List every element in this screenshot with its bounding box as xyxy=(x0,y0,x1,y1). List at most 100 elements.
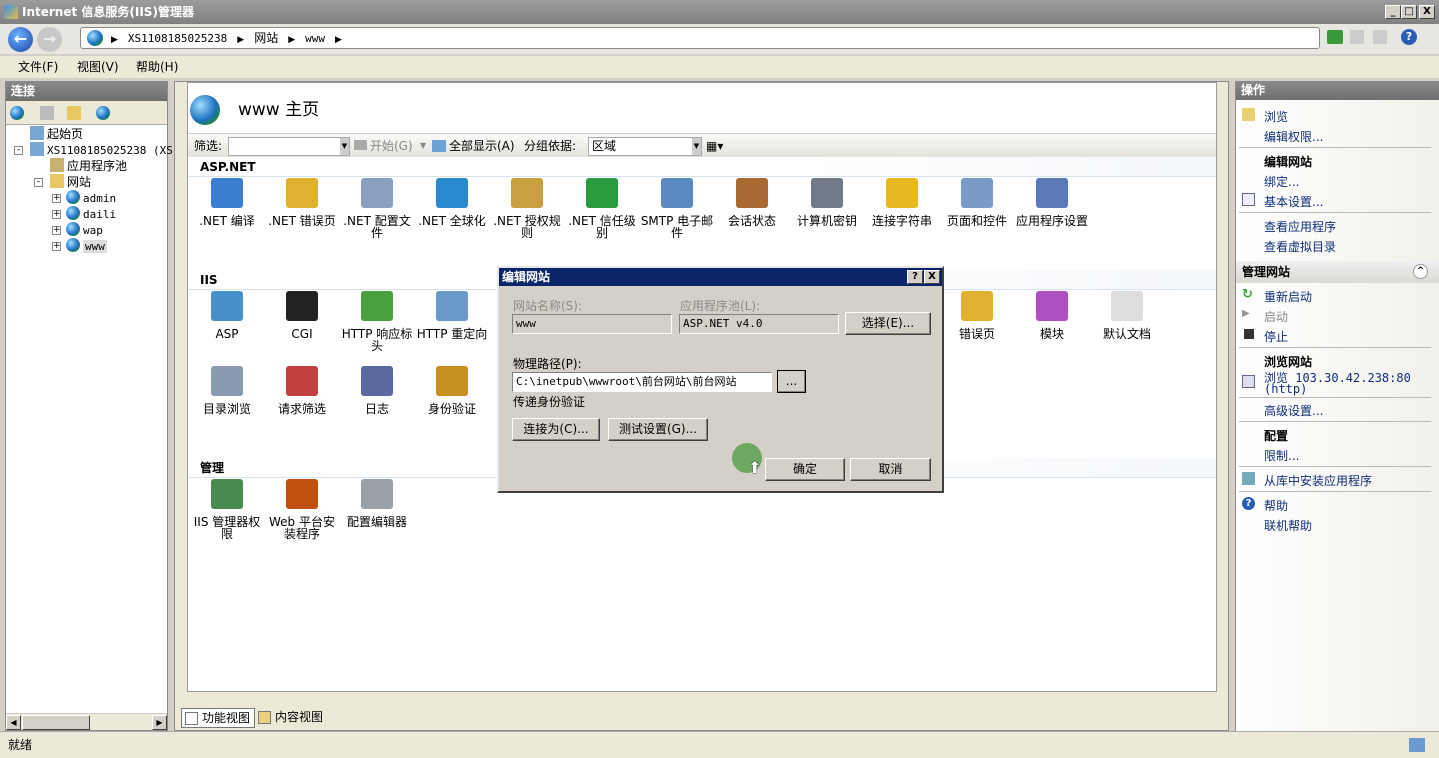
feature-item[interactable]: HTTP 重定向 xyxy=(415,291,489,340)
stop-icon[interactable] xyxy=(1350,30,1364,44)
tree-item-server[interactable]: XS1108185025238 (XS1 xyxy=(30,142,179,158)
minimize-button[interactable]: _ xyxy=(1385,5,1401,19)
feature-item[interactable]: 日志 xyxy=(340,366,414,415)
collapse-icon[interactable]: - xyxy=(14,146,23,155)
select-app-pool-button[interactable]: 选择(E)... xyxy=(845,312,931,335)
save-icon[interactable] xyxy=(40,106,54,120)
help-icon[interactable]: ? xyxy=(1401,29,1417,45)
dialog-help-button[interactable]: ? xyxy=(907,270,923,284)
feature-item[interactable]: CGI xyxy=(265,291,339,340)
tree-item-app-pools[interactable]: 应用程序池 xyxy=(50,158,127,174)
breadcrumb-www[interactable]: www xyxy=(305,32,325,45)
dropdown-icon[interactable]: ▼ xyxy=(692,138,701,155)
dropdown-icon[interactable]: ▼ xyxy=(420,134,426,158)
back-button[interactable]: ← xyxy=(8,27,33,52)
breadcrumb-sites[interactable]: 网站 xyxy=(254,31,278,45)
browse-path-button[interactable]: ... xyxy=(777,370,806,393)
feature-item[interactable]: SMTP 电子邮件 xyxy=(640,178,714,239)
tree-item-admin[interactable]: admin xyxy=(66,190,116,206)
feature-item[interactable]: HTTP 响应标头 xyxy=(340,291,414,352)
menu-file[interactable]: 文件(F) xyxy=(18,56,58,78)
action-browse[interactable]: 浏览 xyxy=(1264,108,1288,125)
collapse-chevron-icon[interactable]: ^ xyxy=(1413,264,1428,279)
tree-item-daili[interactable]: daili xyxy=(66,206,116,222)
refresh-icon[interactable] xyxy=(1327,30,1343,44)
action-restart[interactable]: 重新启动 xyxy=(1264,288,1312,305)
feature-item[interactable]: 请求筛选 xyxy=(265,366,339,415)
scroll-thumb[interactable] xyxy=(22,715,90,730)
filter-input[interactable]: ▼ xyxy=(228,137,350,156)
feature-item[interactable]: 配置编辑器 xyxy=(340,479,414,528)
action-start[interactable]: 启动 xyxy=(1264,308,1288,325)
tab-features-view[interactable]: 功能视图 xyxy=(181,708,256,728)
connect-as-button[interactable]: 连接为(C)... xyxy=(512,418,600,441)
feature-item[interactable]: 连接字符串 xyxy=(865,178,939,227)
app-pool-field[interactable]: ASP.NET v4.0 xyxy=(679,314,839,334)
feature-item[interactable]: 身份验证 xyxy=(415,366,489,415)
expand-icon[interactable]: + xyxy=(52,210,61,219)
expand-icon[interactable]: + xyxy=(52,226,61,235)
expand-icon[interactable]: + xyxy=(52,194,61,203)
disconnect-icon[interactable] xyxy=(96,106,110,120)
feature-item[interactable]: ASP xyxy=(190,291,264,340)
show-all-button[interactable]: 全部显示(A) xyxy=(432,134,515,158)
feature-item[interactable]: 模块 xyxy=(1015,291,1089,340)
ok-button[interactable]: 确定 xyxy=(765,458,845,481)
tab-content-view[interactable]: 内容视图 xyxy=(255,708,327,728)
group-by-select[interactable]: 区域 ▼ xyxy=(588,137,702,156)
action-bindings[interactable]: 绑定... xyxy=(1264,173,1299,190)
action-help[interactable]: 帮助 xyxy=(1264,497,1288,514)
maximize-button[interactable]: □ xyxy=(1401,5,1417,19)
dialog-close-button[interactable]: X xyxy=(924,270,940,284)
feature-item[interactable]: .NET 编译 xyxy=(190,178,264,227)
browse-protocol[interactable]: (http) xyxy=(1264,382,1307,396)
feature-item[interactable]: IIS 管理器权限 xyxy=(190,479,264,540)
action-install-from-gallery[interactable]: 从库中安装应用程序 xyxy=(1264,472,1372,489)
tree-item-sites[interactable]: 网站 xyxy=(50,174,91,190)
horizontal-scrollbar[interactable]: ◀ ▶ xyxy=(6,713,167,730)
physical-path-input[interactable]: C:\inetpub\wwwroot\前台网站\前台网站 xyxy=(512,372,772,392)
feature-item[interactable]: .NET 全球化 xyxy=(415,178,489,227)
scroll-right-icon[interactable]: ▶ xyxy=(152,715,167,730)
feature-item[interactable]: .NET 授权规则 xyxy=(490,178,564,239)
dropdown-icon[interactable]: ▼ xyxy=(340,138,349,155)
site-name-field[interactable]: www xyxy=(512,314,672,334)
action-limits[interactable]: 限制... xyxy=(1264,447,1299,464)
scroll-left-icon[interactable]: ◀ xyxy=(6,715,21,730)
action-view-virtual-dirs[interactable]: 查看虚拟目录 xyxy=(1264,238,1336,255)
close-button[interactable]: X xyxy=(1419,5,1435,19)
action-stop[interactable]: 停止 xyxy=(1264,328,1288,345)
action-view-applications[interactable]: 查看应用程序 xyxy=(1264,218,1336,235)
feature-item[interactable]: 默认文档 xyxy=(1090,291,1164,340)
view-mode-button[interactable]: ▦▾ xyxy=(706,134,723,158)
feature-item[interactable]: .NET 错误页 xyxy=(265,178,339,227)
breadcrumb-server[interactable]: XS1108185025238 xyxy=(128,32,227,45)
feature-item[interactable]: 计算机密钥 xyxy=(790,178,864,227)
cancel-button[interactable]: 取消 xyxy=(850,458,931,481)
test-settings-button[interactable]: 测试设置(G)... xyxy=(608,418,708,441)
tree-item-wap[interactable]: wap xyxy=(66,222,103,238)
tree-item-www[interactable]: www xyxy=(66,238,107,254)
up-folder-icon[interactable] xyxy=(67,106,81,120)
feature-item[interactable]: 页面和控件 xyxy=(940,178,1014,227)
action-edit-permissions[interactable]: 编辑权限... xyxy=(1264,128,1323,145)
action-basic-settings[interactable]: 基本设置... xyxy=(1264,193,1323,210)
feature-item[interactable]: 会话状态 xyxy=(715,178,789,227)
forward-button[interactable]: → xyxy=(37,27,62,52)
feature-item[interactable]: .NET 配置文件 xyxy=(340,178,414,239)
expand-icon[interactable]: + xyxy=(52,242,61,251)
menu-help[interactable]: 帮助(H) xyxy=(136,56,178,78)
feature-item[interactable]: 目录浏览 xyxy=(190,366,264,415)
feature-item[interactable]: 错误页 xyxy=(940,291,1014,340)
feature-item[interactable]: .NET 信任级别 xyxy=(565,178,639,239)
address-bar[interactable]: ▶ XS1108185025238 ▶ 网站 ▶ www ▶ xyxy=(80,27,1320,49)
action-online-help[interactable]: 联机帮助 xyxy=(1264,517,1312,534)
tree-item-start-page[interactable]: 起始页 xyxy=(30,126,83,142)
feature-item[interactable]: 应用程序设置 xyxy=(1015,178,1089,227)
feature-item[interactable]: Web 平台安装程序 xyxy=(265,479,339,540)
collapse-icon[interactable]: - xyxy=(34,178,43,187)
home-icon[interactable] xyxy=(1373,30,1387,44)
connect-icon[interactable] xyxy=(10,106,24,120)
start-filter-button[interactable]: 开始(G) xyxy=(354,134,413,158)
action-advanced-settings[interactable]: 高级设置... xyxy=(1264,402,1323,419)
